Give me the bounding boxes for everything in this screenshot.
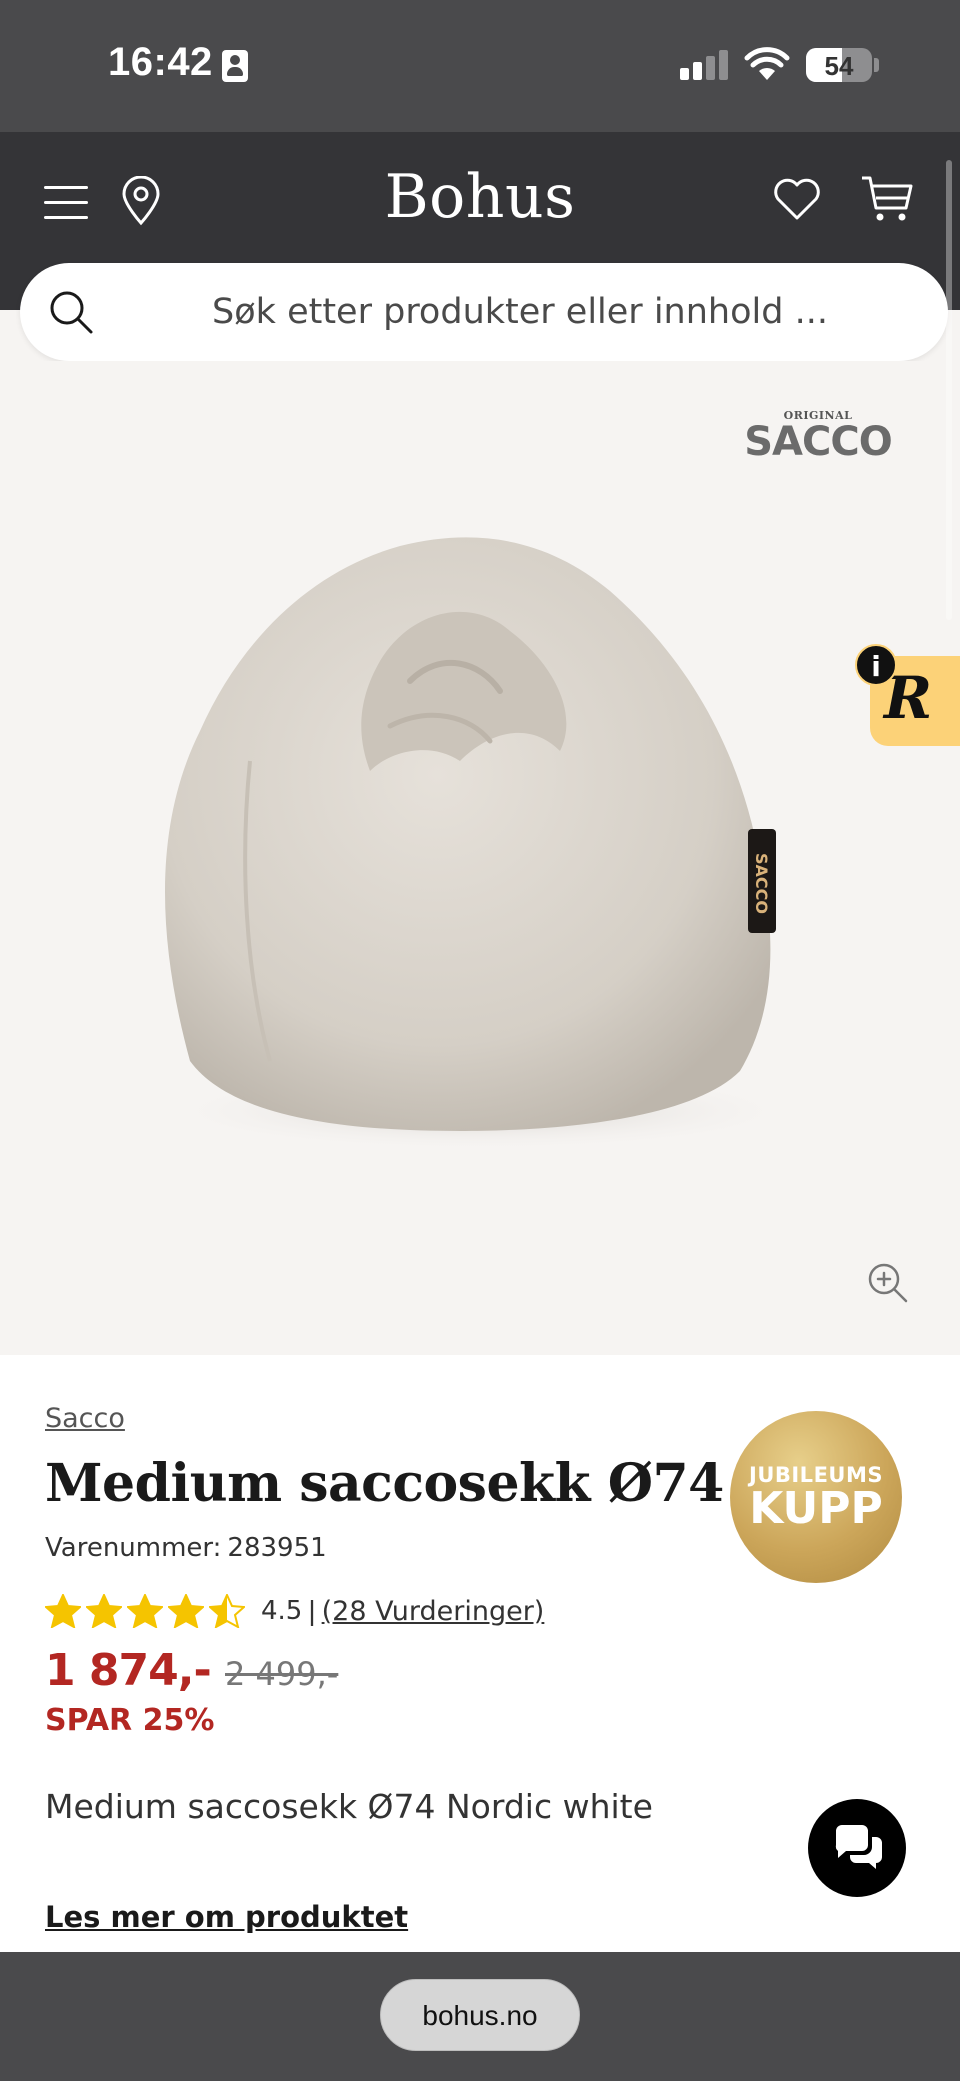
info-icon[interactable]: i: [855, 644, 897, 686]
product-gallery[interactable]: ORIGINAL SACCO SACCO R i: [0, 361, 960, 1355]
current-price: 1 874,-: [45, 1645, 212, 1696]
brand-logo: ORIGINAL SACCO: [738, 409, 898, 469]
product-sku: Varenummer: 283951: [45, 1533, 327, 1563]
brand-logo-name: SACCO: [744, 419, 892, 465]
battery-tip: [874, 58, 879, 72]
browser-bottom-bar: bohus.no: [0, 1952, 960, 2081]
savings-label: SPAR 25%: [45, 1703, 215, 1738]
status-bar: 16:42 54: [0, 0, 960, 132]
product-info: Sacco Medium saccosekk Ø74 Varenummer: 28…: [0, 1355, 960, 1952]
product-description: Medium saccosekk Ø74 Nordic white: [45, 1787, 653, 1826]
svg-text:SACCO: SACCO: [752, 853, 771, 914]
star-full-icon: [127, 1594, 163, 1628]
location-pin-icon[interactable]: [120, 176, 162, 226]
battery-icon: 54: [806, 48, 872, 82]
star-full-icon: [168, 1594, 204, 1628]
wifi-icon: [744, 47, 790, 80]
cart-icon[interactable]: [860, 174, 914, 224]
campaign-badge: JUBILEUMS KUPP: [730, 1411, 902, 1583]
product-title: Medium saccosekk Ø74: [45, 1453, 724, 1514]
rating: 4.5 | (28 Vurderinger): [45, 1591, 544, 1631]
search-bar: [20, 263, 948, 361]
signal-icon: [680, 50, 728, 80]
old-price: 2 499,-: [225, 1655, 339, 1693]
product-image[interactable]: SACCO: [130, 501, 830, 1161]
person-icon: [222, 50, 248, 82]
badge-line2: KUPP: [749, 1483, 883, 1534]
chat-icon: [835, 1825, 882, 1869]
sku-value: 283951: [227, 1533, 327, 1563]
rating-separator: |: [308, 1595, 316, 1626]
site-logo[interactable]: Bohus: [330, 162, 630, 232]
url-bar[interactable]: bohus.no: [380, 1979, 580, 2051]
heart-icon[interactable]: [772, 176, 822, 222]
reviews-link[interactable]: (28 Vurderinger): [322, 1596, 545, 1627]
brand-link[interactable]: Sacco: [45, 1403, 125, 1434]
chat-button[interactable]: [808, 1799, 906, 1897]
star-full-icon: [45, 1594, 81, 1628]
battery-level: 54: [824, 51, 854, 81]
rating-value: 4.5: [261, 1596, 303, 1626]
star-full-icon: [86, 1594, 122, 1628]
search-icon[interactable]: [48, 289, 94, 335]
star-half-icon: [209, 1594, 245, 1628]
sku-label: Varenummer:: [45, 1533, 222, 1563]
read-more-link[interactable]: Les mer om produktet: [45, 1900, 408, 1934]
menu-icon[interactable]: [44, 184, 88, 220]
scrollbar[interactable]: [946, 160, 952, 620]
search-input[interactable]: [130, 263, 910, 361]
rating-stars: [45, 1594, 245, 1628]
zoom-in-icon[interactable]: [866, 1261, 908, 1303]
status-time: 16:42: [108, 40, 213, 84]
